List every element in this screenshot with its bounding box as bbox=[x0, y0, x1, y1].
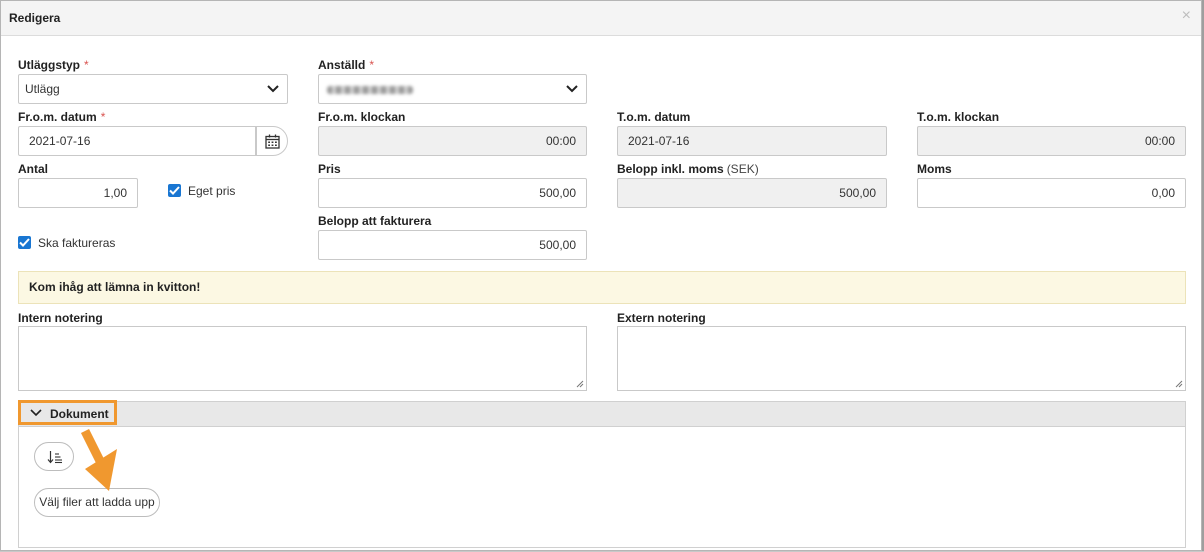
edit-dialog: Redigera × Utläggstyp * Utlägg Anställd * … bbox=[0, 0, 1202, 551]
close-button[interactable]: × bbox=[1182, 7, 1191, 25]
required-marker: * bbox=[100, 110, 106, 124]
invoice-amount-label: Belopp att fakturera bbox=[318, 214, 432, 228]
amount-incl-vat-field: 500,00 bbox=[617, 178, 887, 208]
calendar-button[interactable] bbox=[256, 126, 288, 156]
sort-icon bbox=[47, 451, 62, 464]
employee-label: Anställd * bbox=[318, 58, 374, 72]
checkmark-icon bbox=[19, 238, 30, 247]
to-date-label: T.o.m. datum bbox=[617, 110, 691, 124]
expense-type-label-text: Utläggstyp bbox=[18, 58, 81, 72]
price-input[interactable]: 500,00 bbox=[318, 178, 587, 208]
to-be-invoiced-label: Ska faktureras bbox=[38, 236, 116, 250]
from-date-input[interactable]: 2021-07-16 bbox=[18, 126, 256, 156]
from-date-label: Fr.o.m. datum * bbox=[18, 110, 105, 124]
currency-unit: (SEK) bbox=[726, 162, 759, 176]
upload-files-button[interactable]: Välj filer att ladda upp bbox=[34, 488, 160, 517]
sort-button[interactable] bbox=[34, 442, 74, 471]
employee-select[interactable] bbox=[318, 74, 587, 104]
vat-label: Moms bbox=[917, 162, 952, 176]
expense-type-select[interactable]: Utlägg bbox=[18, 74, 288, 104]
to-time-field: 00:00 bbox=[917, 126, 1186, 156]
required-marker: * bbox=[369, 58, 375, 72]
to-be-invoiced-checkbox[interactable] bbox=[18, 236, 31, 249]
documents-title: Dokument bbox=[50, 407, 109, 421]
from-time-field: 00:00 bbox=[318, 126, 587, 156]
vat-input[interactable]: 0,00 bbox=[917, 178, 1186, 208]
checkmark-icon bbox=[169, 186, 180, 195]
price-label: Pris bbox=[318, 162, 341, 176]
receipt-reminder-notice: Kom ihåg att lämna in kvitton! bbox=[18, 271, 1186, 304]
external-note-textarea[interactable] bbox=[617, 326, 1186, 391]
employee-name-redacted bbox=[327, 86, 413, 94]
calendar-icon bbox=[265, 134, 280, 149]
chevron-down-icon bbox=[30, 409, 42, 417]
quantity-label: Antal bbox=[18, 162, 48, 176]
documents-toggle[interactable]: Dokument bbox=[18, 400, 117, 425]
amount-incl-vat-label: Belopp inkl. moms (SEK) bbox=[617, 162, 759, 176]
required-marker: * bbox=[84, 58, 89, 72]
from-date-label-text: Fr.o.m. datum bbox=[18, 110, 97, 124]
chevron-down-icon bbox=[267, 85, 279, 93]
external-note-label: Extern notering bbox=[617, 311, 706, 325]
internal-note-label: Intern notering bbox=[18, 311, 103, 325]
amount-incl-vat-label-text: Belopp inkl. moms bbox=[617, 162, 724, 176]
own-price-checkbox[interactable] bbox=[168, 184, 181, 197]
quantity-input[interactable]: 1,00 bbox=[18, 178, 138, 208]
resize-grip-icon[interactable] bbox=[576, 380, 584, 388]
expense-type-label: Utläggstyp * bbox=[18, 58, 89, 72]
employee-label-text: Anställd bbox=[318, 58, 366, 72]
resize-grip-icon[interactable] bbox=[1175, 380, 1183, 388]
documents-panel-header bbox=[19, 402, 1185, 427]
expense-type-value: Utlägg bbox=[25, 82, 60, 96]
dialog-title: Redigera bbox=[9, 11, 61, 25]
invoice-amount-input[interactable]: 500,00 bbox=[318, 230, 587, 260]
to-time-label: T.o.m. klockan bbox=[917, 110, 1000, 124]
own-price-label: Eget pris bbox=[188, 184, 236, 198]
chevron-down-icon bbox=[566, 85, 578, 93]
dialog-header: Redigera × bbox=[1, 1, 1201, 36]
to-date-field: 2021-07-16 bbox=[617, 126, 887, 156]
from-date-picker: 2021-07-16 bbox=[18, 126, 288, 156]
from-time-label: Fr.o.m. klockan bbox=[318, 110, 406, 124]
documents-panel: Dokument Välj filer att ladda upp bbox=[18, 400, 1186, 548]
internal-note-textarea[interactable] bbox=[18, 326, 587, 391]
